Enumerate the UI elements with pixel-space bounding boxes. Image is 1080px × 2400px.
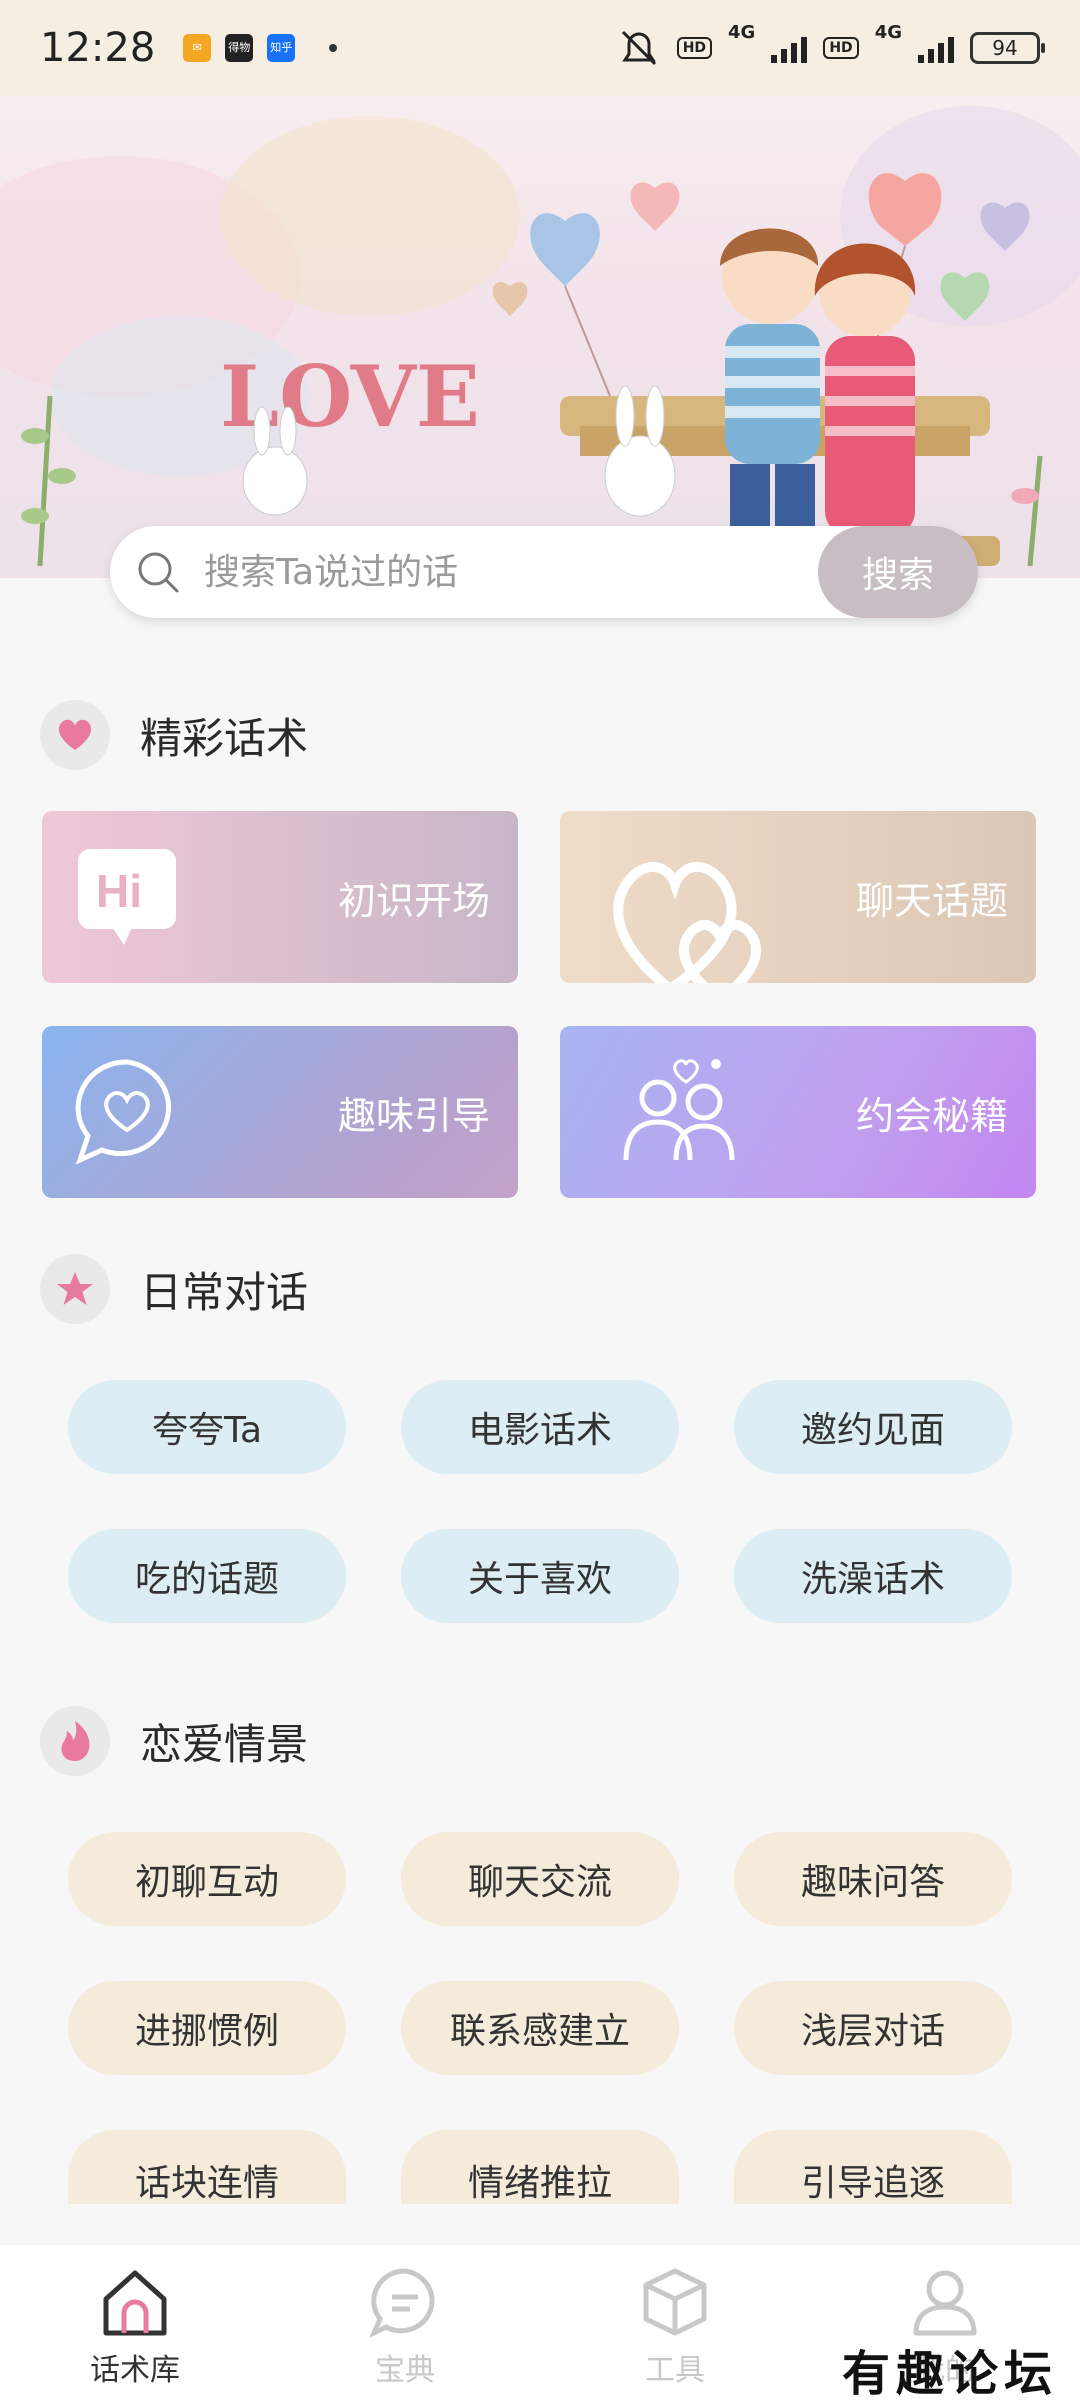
- tag-food-topic[interactable]: 吃的话题: [68, 1529, 346, 1623]
- star-icon: [40, 1254, 110, 1324]
- tag-connection[interactable]: 联系感建立: [401, 1981, 679, 2075]
- mail-notification-icon: ✉: [183, 34, 212, 62]
- status-bar: 12:28 ✉ 得物 知乎 HD 4G HD 4G 94: [0, 0, 1080, 96]
- nav-item-guide[interactable]: 宝典: [270, 2245, 540, 2400]
- mute-icon: [621, 30, 656, 66]
- card-fun-guidance[interactable]: 趣味引导: [42, 1026, 518, 1198]
- section-daily-header: 日常对话: [40, 1254, 308, 1324]
- card-intro-opening[interactable]: Hi 初识开场: [42, 811, 518, 983]
- tag-topic-link[interactable]: 话块连情: [68, 2130, 346, 2204]
- network-type: 4G: [728, 22, 756, 43]
- tag-shallow-talk[interactable]: 浅层对话: [734, 1981, 1012, 2075]
- section-love-header: 恋爱情景: [40, 1706, 308, 1776]
- banner-illustration: LOVE: [21, 173, 1043, 578]
- status-time: 12:28: [40, 25, 156, 71]
- tag-about-liking[interactable]: 关于喜欢: [401, 1529, 679, 1623]
- home-icon: [100, 2267, 170, 2341]
- section-featured-header: 精彩话术: [40, 700, 308, 770]
- nav-item-library[interactable]: 话术库: [0, 2245, 270, 2400]
- tag-routine[interactable]: 进挪惯例: [68, 1981, 346, 2075]
- tag-fun-qa[interactable]: 趣味问答: [734, 1832, 1012, 1926]
- double-heart-icon: [610, 849, 780, 983]
- svg-text:Hi: Hi: [96, 865, 142, 917]
- hero-banner[interactable]: LOVE: [0, 96, 1080, 578]
- hd-badge: HD: [676, 37, 713, 59]
- flame-icon: [40, 1706, 110, 1776]
- section-daily-title: 日常对话: [140, 1267, 309, 1317]
- box-icon: [640, 2267, 710, 2341]
- heart-icon: [40, 700, 110, 770]
- card-chat-topics[interactable]: 聊天话题: [560, 811, 1036, 983]
- nav-label: 工具: [645, 2353, 705, 2388]
- tag-chat-exchange[interactable]: 聊天交流: [401, 1832, 679, 1926]
- tag-movie-talk[interactable]: 电影话术: [401, 1380, 679, 1474]
- tag-first-chat[interactable]: 初聊互动: [68, 1832, 346, 1926]
- app-notification-icon-dewu: 得物: [225, 34, 254, 62]
- search-button[interactable]: 搜索: [818, 526, 978, 618]
- tag-shower-talk[interactable]: 洗澡话术: [734, 1529, 1012, 1623]
- card-label: 约会秘籍: [855, 1093, 1008, 1138]
- more-notifications-dot: [329, 44, 338, 52]
- signal-icon-2: [918, 33, 954, 63]
- tag-chase[interactable]: 引导追逐: [734, 2130, 1012, 2204]
- card-label: 趣味引导: [337, 1093, 490, 1138]
- card-dating-tips[interactable]: 约会秘籍: [560, 1026, 1036, 1198]
- search-icon: [136, 550, 180, 594]
- heart-chat-icon: [72, 1056, 182, 1175]
- hi-bubble-icon: Hi: [72, 841, 182, 960]
- couple-icon: [616, 1056, 746, 1175]
- nav-label: 话术库: [90, 2353, 180, 2388]
- network-type-2: 4G: [874, 22, 902, 43]
- tag-invite-meet[interactable]: 邀约见面: [734, 1380, 1012, 1474]
- signal-icon: [771, 33, 808, 63]
- tag-praise[interactable]: 夸夸Ta: [68, 1380, 346, 1474]
- battery-icon: 94: [970, 32, 1045, 64]
- chat-icon: [369, 2267, 440, 2341]
- section-love-title: 恋爱情景: [140, 1719, 309, 1769]
- watermark: 有趣论坛: [841, 2346, 1058, 2400]
- nav-item-tools[interactable]: 工具: [540, 2245, 810, 2400]
- user-icon: [910, 2267, 980, 2341]
- card-label: 初识开场: [337, 878, 490, 923]
- section-featured-title: 精彩话术: [140, 713, 309, 763]
- search-input[interactable]: [204, 551, 784, 593]
- tag-push-pull[interactable]: 情绪推拉: [401, 2130, 679, 2204]
- nav-label: 宝典: [375, 2353, 435, 2388]
- search-bar[interactable]: 搜索: [110, 526, 978, 618]
- card-label: 聊天话题: [855, 878, 1008, 923]
- app-notification-icon-zhihu: 知乎: [267, 34, 296, 62]
- hd-badge-2: HD: [823, 37, 859, 59]
